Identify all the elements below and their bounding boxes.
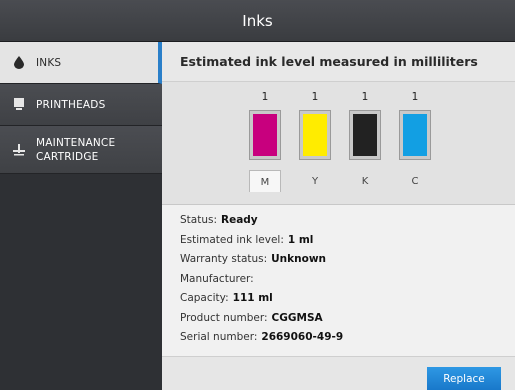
tab-cyan[interactable]: C bbox=[399, 170, 431, 192]
product-number-label: Product number: bbox=[180, 311, 268, 324]
ink-level-value: 1 ml bbox=[287, 233, 314, 246]
ink-fill-cyan bbox=[403, 114, 427, 156]
serial-number-row: Serial number: 2669060-49-9 bbox=[180, 328, 515, 348]
printhead-icon bbox=[12, 98, 26, 112]
cartridge-count: 1 bbox=[361, 91, 369, 103]
product-number-row: Product number: CGGMSA bbox=[180, 309, 515, 329]
cartridge-details: Status: Ready Estimated ink level: 1 ml Wa… bbox=[162, 204, 515, 354]
sidebar-item-inks[interactable]: INKS bbox=[0, 42, 162, 84]
sidebar: INKS PRINTHEADS MAINTENANCE CARTRIDGE bbox=[0, 42, 162, 390]
sidebar-item-label: PRINTHEADS bbox=[36, 98, 106, 111]
ink-fill-yellow bbox=[303, 114, 327, 156]
sidebar-item-label: MAINTENANCE CARTRIDGE bbox=[36, 136, 116, 163]
cartridge-magenta[interactable]: 1 bbox=[249, 90, 281, 160]
status-row: Status: Ready bbox=[180, 211, 515, 231]
tab-yellow[interactable]: Y bbox=[299, 170, 331, 192]
sidebar-item-printheads[interactable]: PRINTHEADS bbox=[0, 84, 162, 126]
page-title: Estimated ink level measured in millilit… bbox=[162, 42, 515, 82]
warranty-label: Warranty status: bbox=[180, 253, 268, 265]
cartridge-black[interactable]: 1 bbox=[349, 90, 381, 160]
ink-cartridges: 1 1 1 1 M Y K C bbox=[162, 82, 515, 204]
capacity-row: Capacity: 111 ml bbox=[180, 289, 515, 309]
ink-drop-icon bbox=[12, 56, 26, 70]
footer-bar: Replace bbox=[162, 356, 515, 390]
sidebar-item-maintenance-cartridge[interactable]: MAINTENANCE CARTRIDGE bbox=[0, 126, 162, 174]
manufacturer-label: Manufacturer: bbox=[180, 272, 254, 285]
cartridge-frame bbox=[249, 110, 281, 160]
cartridge-frame bbox=[399, 110, 431, 160]
window-title: Inks bbox=[242, 11, 273, 30]
product-number-value: CGGMSA bbox=[271, 311, 323, 324]
cartridge-count: 1 bbox=[411, 91, 419, 103]
warranty-row: Warranty status: Unknown bbox=[180, 250, 515, 270]
cartridge-count: 1 bbox=[261, 91, 269, 103]
serial-number-value: 2669060-49-9 bbox=[261, 331, 344, 343]
capacity-value: 111 ml bbox=[232, 292, 273, 304]
tab-magenta[interactable]: M bbox=[249, 170, 281, 192]
maintenance-icon bbox=[12, 143, 26, 157]
cartridge-frame bbox=[349, 110, 381, 160]
ink-fill-black bbox=[353, 114, 377, 156]
cartridge-count: 1 bbox=[311, 91, 319, 103]
sidebar-item-label: INKS bbox=[36, 56, 62, 69]
warranty-value: Unknown bbox=[271, 253, 327, 265]
ink-level-row: Estimated ink level: 1 ml bbox=[180, 231, 515, 251]
capacity-label: Capacity: bbox=[180, 292, 229, 304]
cartridge-cyan[interactable]: 1 bbox=[399, 90, 431, 160]
status-label: Status: bbox=[180, 214, 217, 226]
cartridge-yellow[interactable]: 1 bbox=[299, 90, 331, 160]
manufacturer-row: Manufacturer: bbox=[180, 270, 515, 290]
title-bar: Inks bbox=[0, 0, 515, 42]
tab-black[interactable]: K bbox=[349, 170, 381, 192]
ink-fill-magenta bbox=[253, 114, 277, 156]
serial-number-label: Serial number: bbox=[180, 331, 258, 343]
replace-button[interactable]: Replace bbox=[427, 367, 501, 390]
cartridge-frame bbox=[299, 110, 331, 160]
ink-level-label: Estimated ink level: bbox=[180, 233, 284, 246]
status-value: Ready bbox=[221, 214, 258, 226]
main-panel: Estimated ink level measured in millilit… bbox=[162, 42, 515, 390]
